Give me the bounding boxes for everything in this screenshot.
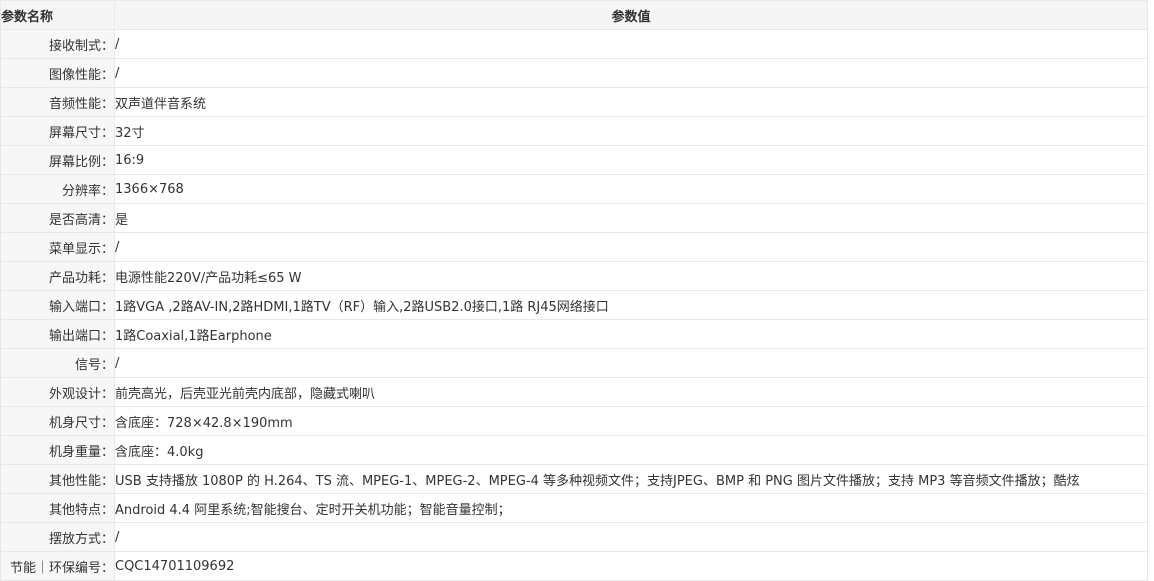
- table-row: 图像性能： /: [0, 58, 1148, 88]
- param-value: 1路Coaxial,1路Earphone: [114, 319, 1148, 349]
- param-value: 含底座：4.0kg: [114, 435, 1148, 465]
- param-value: Android 4.4 阿里系统;智能搜台、定时开关机功能；智能音量控制；: [114, 493, 1148, 523]
- table-row: 接收制式： /: [0, 29, 1148, 59]
- param-name: 分辨率：: [0, 174, 115, 204]
- param-value-header: 参数值: [114, 0, 1148, 30]
- table-row: 摆放方式： /: [0, 522, 1148, 552]
- param-value: 双声道伴音系统: [114, 87, 1148, 117]
- param-value: 16:9: [114, 145, 1148, 175]
- table-row: 信号： /: [0, 348, 1148, 378]
- table-row: 机身尺寸： 含底座：728×42.8×190mm: [0, 406, 1148, 436]
- param-value: 1路VGA ,2路AV-IN,2路HDMI,1路TV（RF）输入,2路USB2.…: [114, 290, 1148, 320]
- table-row: 节能｜环保编号： CQC14701109692: [0, 551, 1148, 581]
- table-row: 机身重量： 含底座：4.0kg: [0, 435, 1148, 465]
- table-header-row: 参数名称 参数值: [0, 0, 1148, 30]
- param-value: CQC14701109692: [114, 551, 1148, 581]
- param-value: USB 支持播放 1080P 的 H.264、TS 流、MPEG-1、MPEG-…: [114, 464, 1148, 494]
- param-name: 信号：: [0, 348, 115, 378]
- param-name: 其他性能：: [0, 464, 115, 494]
- param-name: 节能｜环保编号：: [0, 551, 115, 581]
- param-name: 输入端口：: [0, 290, 115, 320]
- table-row: 音频性能： 双声道伴音系统: [0, 87, 1148, 117]
- param-value: /: [114, 232, 1148, 262]
- param-name: 屏幕比例：: [0, 145, 115, 175]
- table-row: 屏幕尺寸： 32寸: [0, 116, 1148, 146]
- param-name-header: 参数名称: [0, 0, 115, 30]
- table-row: 外观设计： 前壳高光，后壳亚光前壳内底部，隐藏式喇叭: [0, 377, 1148, 407]
- table-row: 其他特点： Android 4.4 阿里系统;智能搜台、定时开关机功能；智能音量…: [0, 493, 1148, 523]
- param-name: 接收制式：: [0, 29, 115, 59]
- table-row: 分辨率： 1366×768: [0, 174, 1148, 204]
- param-name: 其他特点：: [0, 493, 115, 523]
- param-name: 屏幕尺寸：: [0, 116, 115, 146]
- table-row: 菜单显示： /: [0, 232, 1148, 262]
- table-row: 屏幕比例： 16:9: [0, 145, 1148, 175]
- param-name: 输出端口：: [0, 319, 115, 349]
- param-name: 产品功耗：: [0, 261, 115, 291]
- table-row: 产品功耗： 电源性能220V/产品功耗≤65 W: [0, 261, 1148, 291]
- param-name: 是否高清：: [0, 203, 115, 233]
- param-name: 机身重量：: [0, 435, 115, 465]
- param-name: 外观设计：: [0, 377, 115, 407]
- param-value: 1366×768: [114, 174, 1148, 204]
- param-value: /: [114, 29, 1148, 59]
- param-value: /: [114, 58, 1148, 88]
- param-name: 机身尺寸：: [0, 406, 115, 436]
- spec-table: 参数名称 参数值 接收制式： / 图像性能： / 音频性能： 双声道伴音系统 屏…: [0, 0, 1148, 581]
- param-value: 是: [114, 203, 1148, 233]
- param-value: 32寸: [114, 116, 1148, 146]
- param-name: 摆放方式：: [0, 522, 115, 552]
- param-value: /: [114, 348, 1148, 378]
- table-row: 输入端口： 1路VGA ,2路AV-IN,2路HDMI,1路TV（RF）输入,2…: [0, 290, 1148, 320]
- table-row: 输出端口： 1路Coaxial,1路Earphone: [0, 319, 1148, 349]
- param-value: 电源性能220V/产品功耗≤65 W: [114, 261, 1148, 291]
- table-row: 其他性能： USB 支持播放 1080P 的 H.264、TS 流、MPEG-1…: [0, 464, 1148, 494]
- param-value: /: [114, 522, 1148, 552]
- param-name: 图像性能：: [0, 58, 115, 88]
- table-row: 是否高清： 是: [0, 203, 1148, 233]
- param-name: 音频性能：: [0, 87, 115, 117]
- param-value: 含底座：728×42.8×190mm: [114, 406, 1148, 436]
- param-value: 前壳高光，后壳亚光前壳内底部，隐藏式喇叭: [114, 377, 1148, 407]
- param-name: 菜单显示：: [0, 232, 115, 262]
